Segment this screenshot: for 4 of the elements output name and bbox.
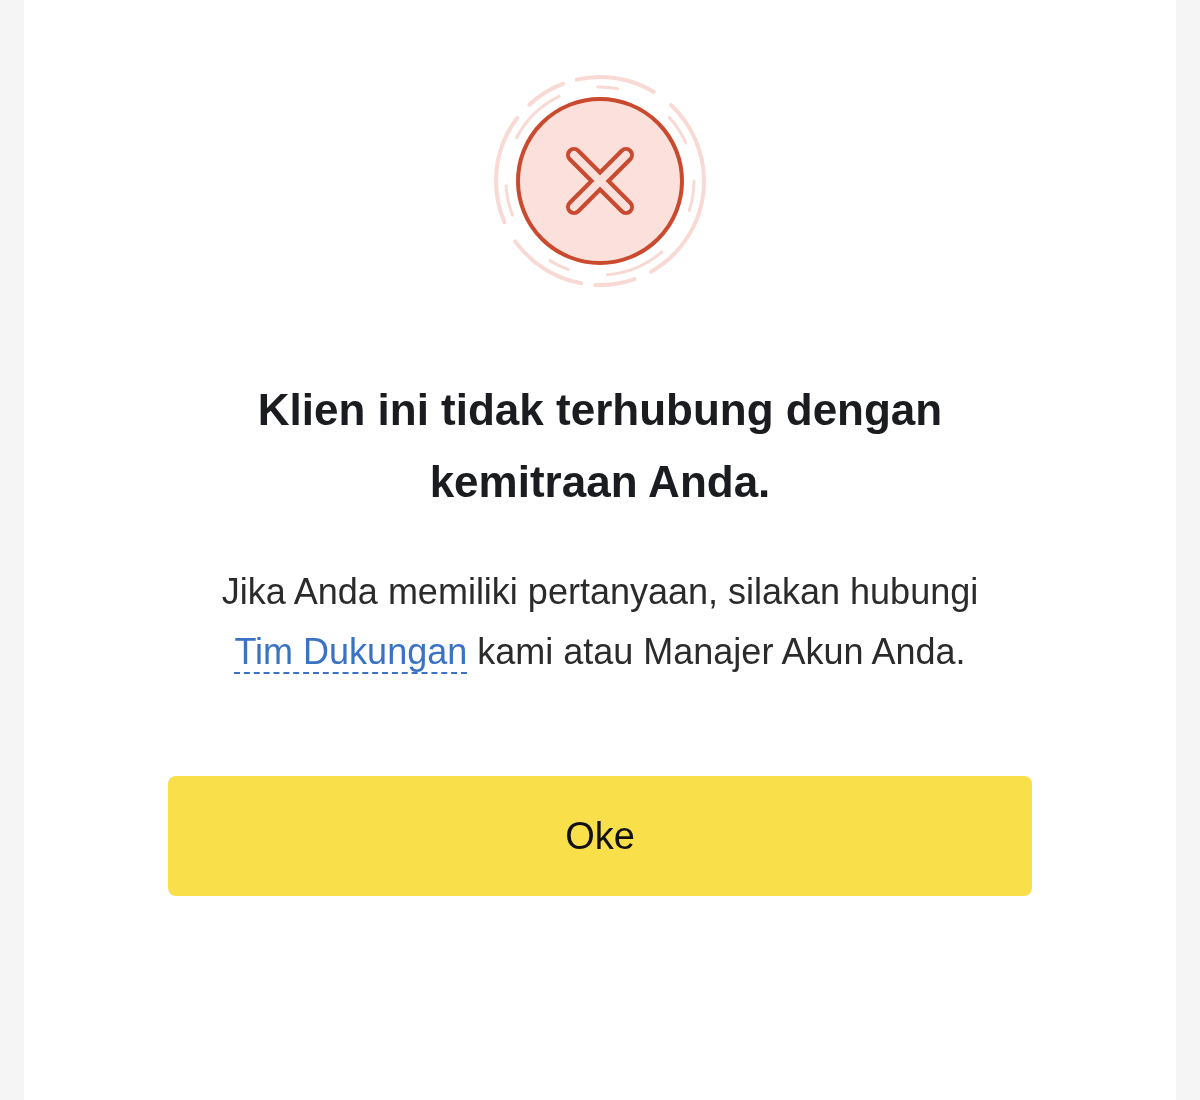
support-link[interactable]: Tim Dukungan — [234, 631, 468, 674]
dialog-title: Klien ini tidak terhubung dengan kemitraan Anda. — [256, 384, 944, 508]
ok-button[interactable]: Oke — [168, 776, 1032, 896]
dialog-message: Jika Anda memiliki pertanyaan, silakan hubungi Tim Dukungan kami atau Manajer Akun Anda. — [220, 570, 980, 676]
